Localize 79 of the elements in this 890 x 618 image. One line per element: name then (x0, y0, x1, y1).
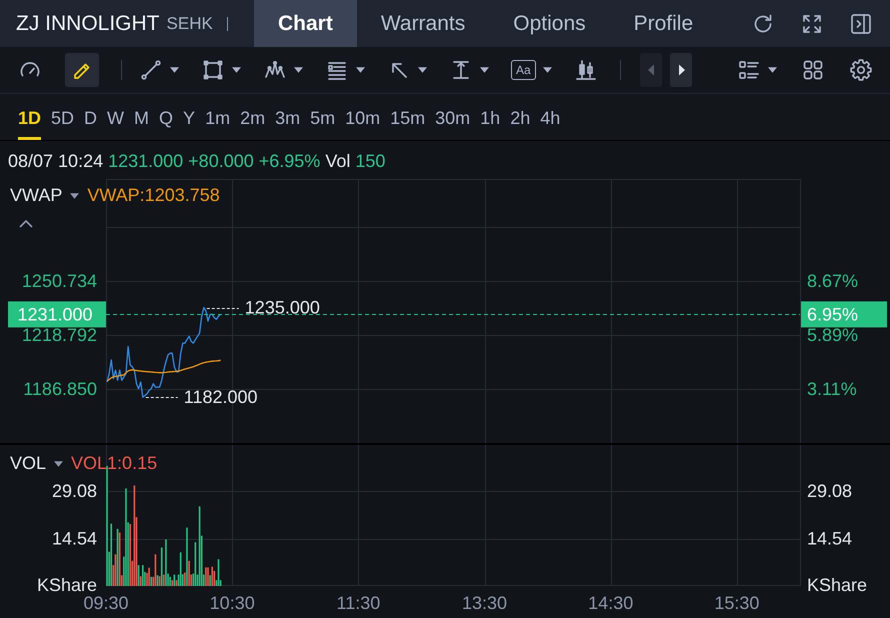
indicator-value: VOL1:0.15 (71, 452, 158, 475)
caret-icon[interactable] (70, 192, 80, 198)
percent-axis-label: 3.11% (807, 379, 857, 399)
percent-change: +6.95% (258, 150, 320, 172)
period-tab[interactable]: Q (159, 94, 174, 140)
volume-axis-label: KShare (807, 575, 868, 595)
time-axis-label: 09:30 (83, 593, 129, 613)
tab[interactable]: Options (489, 0, 610, 47)
caret-icon[interactable] (170, 67, 179, 73)
caret-icon[interactable] (232, 67, 241, 73)
settings-icon[interactable] (849, 58, 873, 82)
indicator-value: VWAP:1203.758 (87, 184, 220, 207)
volume-axis-label: 14.54 (807, 528, 852, 548)
period-tab[interactable]: 1m (205, 94, 230, 140)
caret-icon[interactable] (768, 67, 777, 73)
volume-axis-label: 29.08 (52, 481, 97, 502)
indicator-name[interactable]: VWAP (10, 182, 62, 209)
sidebar-toggle-icon[interactable] (849, 12, 873, 36)
time-axis-label: 13:30 (462, 593, 508, 613)
period-tab[interactable]: M (134, 94, 150, 140)
caret-icon[interactable] (418, 67, 427, 73)
rectangle-tool-icon[interactable] (201, 58, 225, 82)
period-tab[interactable]: 10m (345, 94, 380, 140)
pencil-icon[interactable] (65, 53, 99, 87)
time-axis-label: 11:30 (336, 593, 380, 613)
line-tool-icon[interactable] (139, 58, 163, 82)
last-price-tag: 1231.000 (8, 301, 106, 328)
price-extreme-label: 1235.000 (244, 298, 320, 318)
period-tab[interactable]: Y (183, 94, 196, 140)
indicator-name[interactable]: VOL (10, 450, 46, 477)
ref-line-label: 1231.000 (17, 304, 93, 324)
period-tab[interactable]: D (84, 94, 98, 140)
period-tab[interactable]: 1h (480, 94, 500, 140)
chevron-up-icon[interactable] (19, 219, 33, 228)
stock-title: ZJ INNOLIGHT (16, 10, 160, 37)
period-tab[interactable]: 4h (540, 94, 560, 140)
tab[interactable]: Warrants (356, 0, 490, 47)
price-axis-label: 1250.734 (22, 271, 97, 291)
price-axis-label: 1218.792 (22, 325, 97, 345)
list-icon[interactable] (737, 58, 761, 82)
caret-icon[interactable] (54, 460, 64, 466)
period-tab[interactable]: 3m (275, 94, 300, 140)
candlestick-icon[interactable] (574, 58, 598, 82)
last-price: 1231.000 (108, 150, 184, 172)
period-tab[interactable]: 2m (240, 94, 266, 140)
tab[interactable]: Profile (610, 0, 718, 47)
caret-icon[interactable] (356, 67, 365, 73)
exchange-label: SEHK (166, 12, 213, 35)
volume-value: 150 (355, 150, 386, 172)
caret-icon[interactable] (480, 67, 489, 73)
volume-axis-label: KShare (36, 575, 97, 595)
caret-icon[interactable] (294, 67, 303, 73)
volume-label: Vol (325, 150, 350, 172)
percent-axis-label: 8.67% (807, 271, 858, 291)
tab[interactable]: Chart (254, 0, 357, 47)
period-tab[interactable]: 30m (435, 94, 470, 140)
period-tab[interactable]: W (107, 94, 124, 140)
last-percent-tag: 6.95% (801, 301, 887, 328)
price-change: +80.000 (188, 150, 254, 172)
period-tab[interactable]: 1D (18, 94, 42, 140)
caret-icon[interactable] (542, 67, 552, 73)
period-tab[interactable]: 15m (390, 94, 426, 140)
time-axis-label: 15:30 (714, 593, 760, 613)
period-tab[interactable]: 5m (310, 94, 336, 140)
volume-axis-label: 29.08 (807, 481, 852, 502)
price-extreme-label: 1182.000 (184, 387, 258, 408)
price-axis-label: 1186.850 (23, 379, 97, 399)
percent-axis-label: 5.89% (807, 325, 858, 345)
next-icon[interactable] (670, 53, 692, 87)
leader-line (145, 397, 178, 398)
time-axis-label: 10:30 (210, 593, 255, 613)
quote-time: 08/07 10:24 (8, 150, 104, 172)
text-tool-button[interactable]: Aa (511, 60, 536, 80)
time-axis-label: 14:30 (588, 593, 634, 613)
period-tab[interactable]: 2h (510, 94, 530, 140)
volume-axis-label: 14.54 (52, 528, 97, 548)
leader-line (206, 308, 240, 309)
period-tab[interactable]: 5D (51, 94, 74, 140)
grid-icon[interactable] (801, 58, 825, 82)
